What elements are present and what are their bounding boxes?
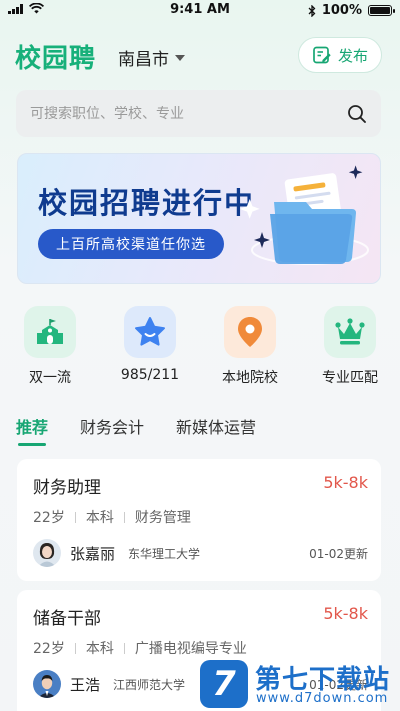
edit-note-icon <box>313 46 331 64</box>
category-row: 双一流 985/211 本地院校 专业匹配 <box>0 306 400 390</box>
recruiter-name: 王浩 <box>70 675 101 694</box>
category-label: 双一流 <box>29 370 71 386</box>
school-building-icon <box>24 306 76 358</box>
category-double-first-class[interactable]: 双一流 <box>0 306 100 390</box>
battery-icon <box>368 5 395 16</box>
tab-finance-accounting[interactable]: 财务会计 <box>80 414 144 446</box>
job-tag-major: 广播电视编导专业 <box>134 641 247 657</box>
app-logo: 校园聘 <box>15 44 97 74</box>
category-label: 专业匹配 <box>322 370 378 386</box>
category-label: 本地院校 <box>222 370 278 386</box>
job-tags: 22岁 本科 财务管理 <box>33 507 191 527</box>
category-local-schools[interactable]: 本地院校 <box>200 306 300 390</box>
publish-label: 发布 <box>337 46 368 65</box>
battery-percent: 100% <box>321 3 362 18</box>
site-watermark: 7 第七下载站 www.d7down.com <box>200 656 400 711</box>
caret-down-icon <box>175 54 185 61</box>
update-time: 01-02更新 <box>309 546 368 561</box>
job-tag-degree: 本科 <box>85 510 114 526</box>
city-selector[interactable]: 南昌市 <box>118 45 185 70</box>
job-card[interactable]: 财务助理 5k-8k 22岁 本科 财务管理 张嘉丽 东华理工大学 01-02更… <box>17 459 381 581</box>
watermark-mark: 7 <box>200 660 248 708</box>
star-icon <box>124 306 176 358</box>
job-salary: 5k-8k <box>323 604 368 623</box>
category-label: 985/211 <box>120 367 180 383</box>
job-tag-age: 22岁 <box>33 641 65 657</box>
avatar <box>33 670 61 698</box>
tag-divider <box>123 642 125 654</box>
recruiter-school: 东华理工大学 <box>128 546 201 561</box>
job-tabs: 推荐 财务会计 新媒体运营 <box>16 414 256 446</box>
job-tag-degree: 本科 <box>85 641 114 657</box>
location-pin-icon <box>224 306 276 358</box>
tab-new-media[interactable]: 新媒体运营 <box>176 414 256 446</box>
banner-title: 校园招聘进行中 <box>38 186 256 220</box>
tag-divider <box>123 511 125 523</box>
search-icon[interactable] <box>347 104 367 124</box>
recruiter-name: 张嘉丽 <box>70 544 116 563</box>
recruiter-school: 江西师范大学 <box>113 677 186 692</box>
tab-recommended[interactable]: 推荐 <box>16 414 48 446</box>
job-title: 储备干部 <box>33 609 101 629</box>
watermark-url: www.d7down.com <box>256 691 389 706</box>
job-title: 财务助理 <box>33 478 101 498</box>
promo-banner[interactable]: 校园招聘进行中 上百所高校渠道任你选 <box>17 153 381 284</box>
job-salary: 5k-8k <box>323 473 368 492</box>
recruiter-row: 张嘉丽 东华理工大学 01-02更新 <box>33 533 368 573</box>
search-input[interactable] <box>30 105 347 122</box>
status-bar: 9:41 AM 100% <box>0 0 400 20</box>
category-985-211[interactable]: 985/211 <box>100 306 200 390</box>
job-tag-major: 财务管理 <box>134 510 191 526</box>
search-bar <box>16 90 381 137</box>
banner-subtitle: 上百所高校渠道任你选 <box>38 229 224 259</box>
publish-button[interactable]: 发布 <box>298 37 382 73</box>
city-label: 南昌市 <box>118 50 169 70</box>
job-tags: 22岁 本科 广播电视编导专业 <box>33 638 247 658</box>
avatar <box>33 539 61 567</box>
status-right: 100% <box>308 3 395 18</box>
header: 校园聘 南昌市 发布 <box>15 34 382 74</box>
bluetooth-icon <box>308 4 316 17</box>
tag-divider <box>74 511 76 523</box>
folder-illustration-icon <box>240 165 369 265</box>
category-major-match[interactable]: 专业匹配 <box>300 306 400 390</box>
tag-divider <box>74 642 76 654</box>
crown-icon <box>324 306 376 358</box>
job-tag-age: 22岁 <box>33 510 65 526</box>
